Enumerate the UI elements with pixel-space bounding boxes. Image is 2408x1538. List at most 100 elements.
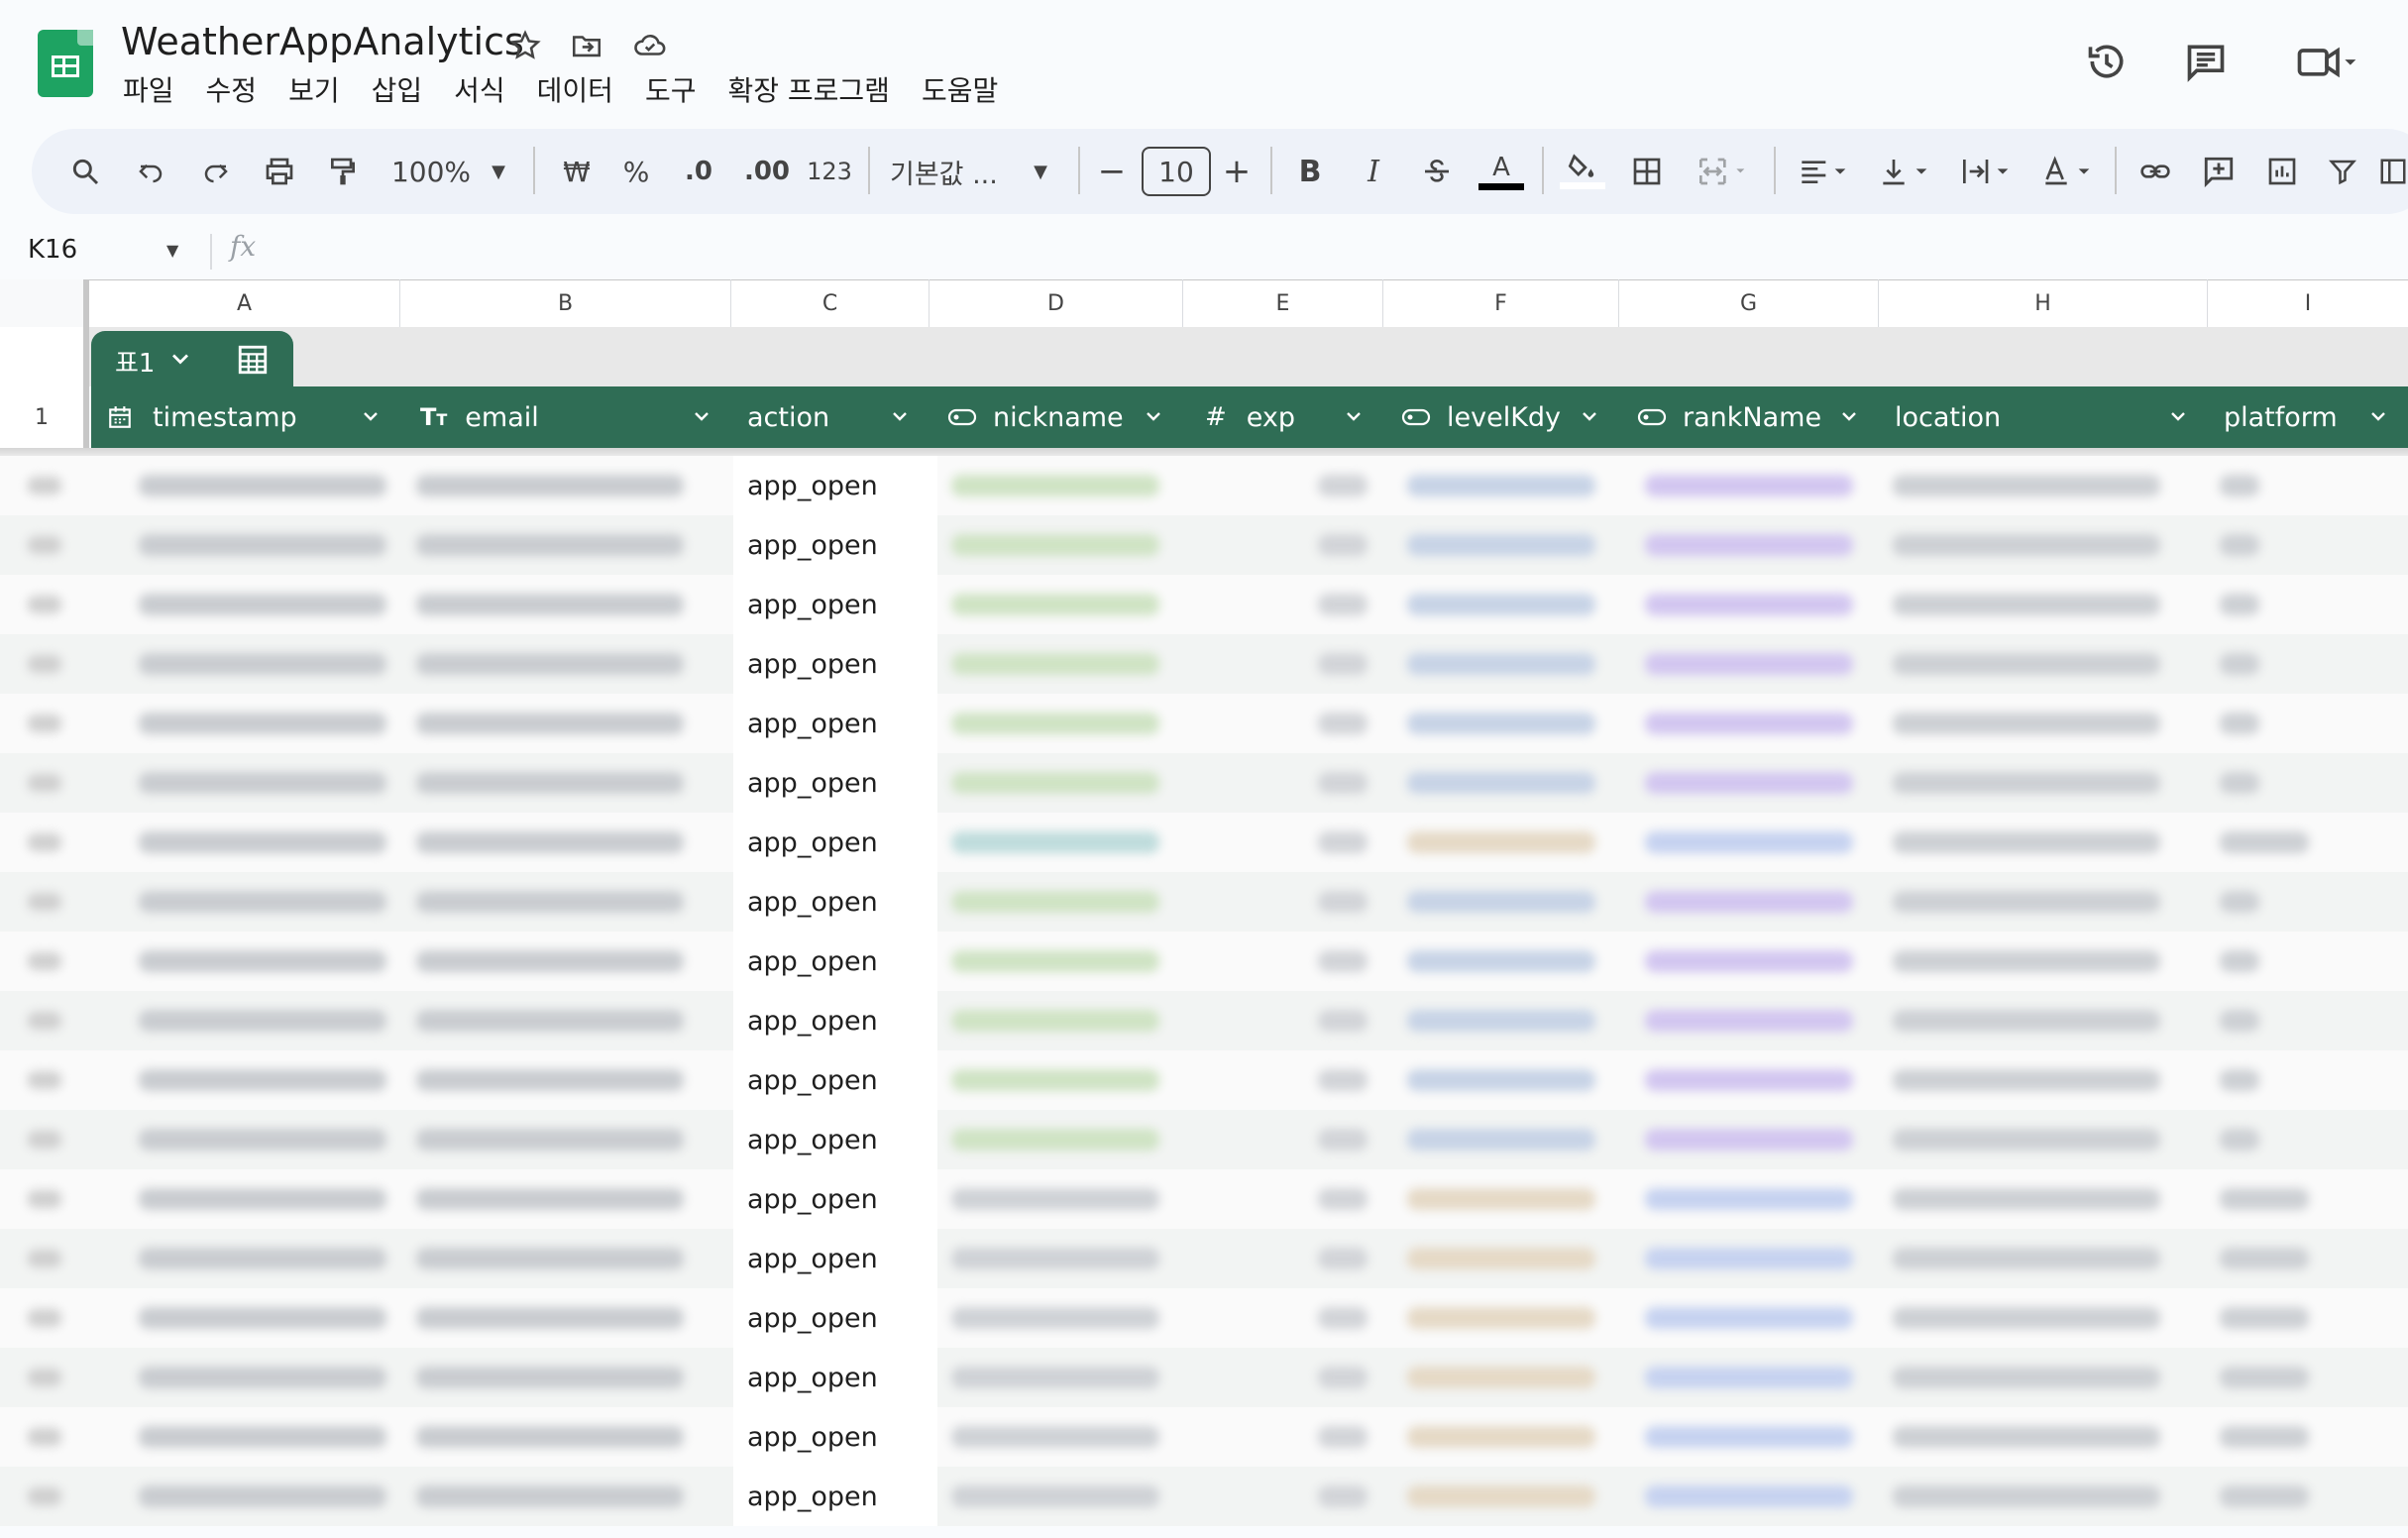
column-header-h[interactable]: H (1879, 279, 2208, 327)
blurred-cell[interactable] (1893, 475, 2160, 496)
blurred-cell[interactable] (416, 831, 684, 853)
zoom-value[interactable]: 100% (386, 144, 476, 199)
blurred-cell[interactable] (139, 534, 386, 556)
blurred-cell[interactable] (1645, 594, 1853, 615)
blurred-cell[interactable] (1318, 1129, 1368, 1151)
blurred-cell[interactable] (1645, 1307, 1853, 1329)
table-row[interactable]: app_open (0, 753, 2408, 813)
table-row[interactable]: app_open (0, 872, 2408, 932)
action-cell[interactable]: app_open (733, 1169, 937, 1229)
table-header-platform[interactable]: platform (2208, 386, 2408, 448)
action-cell[interactable]: app_open (733, 1288, 937, 1348)
blurred-cell[interactable] (1407, 1485, 1595, 1507)
blurred-cell[interactable] (951, 594, 1159, 615)
blurred-cell[interactable] (1893, 534, 2160, 556)
blurred-cell[interactable] (416, 1307, 684, 1329)
table-row[interactable]: app_open (0, 515, 2408, 575)
blurred-cell[interactable] (1318, 475, 1368, 496)
blurred-cell[interactable] (1407, 1010, 1595, 1032)
blurred-cell[interactable] (1318, 534, 1368, 556)
text-wrapping-icon[interactable] (1952, 144, 2022, 199)
blurred-cell[interactable] (1318, 1248, 1368, 1269)
blurred-cell[interactable] (1645, 534, 1853, 556)
sheets-logo-icon[interactable] (38, 30, 93, 97)
blurred-cell[interactable] (139, 772, 386, 794)
decrease-decimal-button[interactable]: .0 (674, 144, 723, 199)
blurred-cell[interactable] (1893, 713, 2160, 734)
blurred-cell[interactable] (951, 831, 1159, 853)
blurred-cell[interactable] (951, 713, 1159, 734)
blurred-cell[interactable] (1645, 1426, 1853, 1448)
row-number[interactable] (28, 833, 61, 851)
cloud-saved-icon[interactable] (630, 26, 670, 65)
table-row[interactable]: app_open (0, 1288, 2408, 1348)
table-view-toggle-icon[interactable] (236, 343, 270, 377)
blurred-cell[interactable] (951, 475, 1159, 496)
table-row[interactable]: app_open (0, 575, 2408, 634)
insert-comment-icon[interactable] (2194, 144, 2244, 199)
horizontal-align-icon[interactable] (1790, 144, 1859, 199)
blurred-cell[interactable] (416, 1188, 684, 1210)
insert-chart-icon[interactable] (2257, 144, 2307, 199)
column-menu-chevron-icon[interactable] (2366, 404, 2390, 428)
blurred-cell[interactable] (139, 1426, 386, 1448)
blurred-cell[interactable] (1645, 950, 1853, 972)
blurred-cell[interactable] (1407, 1367, 1595, 1388)
blurred-cell[interactable] (1645, 1069, 1853, 1091)
blurred-cell[interactable] (951, 1307, 1159, 1329)
action-cell[interactable]: app_open (733, 753, 937, 813)
blurred-cell[interactable] (1645, 831, 1853, 853)
blurred-cell[interactable] (416, 1069, 684, 1091)
blurred-cell[interactable] (2220, 1188, 2309, 1210)
table-row[interactable]: app_open (0, 1110, 2408, 1169)
column-header-f[interactable]: F (1383, 279, 1619, 327)
percent-format-button[interactable]: % (614, 144, 658, 199)
blurred-cell[interactable] (1893, 1010, 2160, 1032)
blurred-cell[interactable] (1893, 1426, 2160, 1448)
column-header-i[interactable]: I (2208, 279, 2408, 327)
column-menu-chevron-icon[interactable] (1578, 404, 1601, 428)
blurred-cell[interactable] (1407, 594, 1595, 615)
action-cell[interactable]: app_open (733, 1467, 937, 1526)
blurred-cell[interactable] (1318, 1367, 1368, 1388)
comments-icon[interactable] (2178, 34, 2234, 89)
paint-format-icon[interactable] (321, 144, 365, 199)
blurred-cell[interactable] (2220, 1069, 2259, 1091)
blurred-cell[interactable] (951, 1129, 1159, 1151)
table-menu-chevron-icon[interactable] (166, 345, 194, 373)
blurred-cell[interactable] (1893, 1069, 2160, 1091)
blurred-cell[interactable] (416, 891, 684, 913)
blurred-cell[interactable] (1407, 653, 1595, 675)
table-row[interactable]: app_open (0, 1229, 2408, 1288)
table-row[interactable]: app_open (0, 694, 2408, 753)
row-number[interactable] (28, 1250, 61, 1267)
blurred-cell[interactable] (416, 594, 684, 615)
blurred-cell[interactable] (139, 1129, 386, 1151)
column-menu-chevron-icon[interactable] (2166, 404, 2190, 428)
blurred-cell[interactable] (2220, 772, 2259, 794)
blurred-cell[interactable] (2220, 713, 2259, 734)
blurred-cell[interactable] (139, 1485, 386, 1507)
blurred-cell[interactable] (2220, 1010, 2259, 1032)
action-cell[interactable]: app_open (733, 694, 937, 753)
blurred-cell[interactable] (1645, 1367, 1853, 1388)
font-dropdown-chevron-icon[interactable]: ▼ (1025, 144, 1056, 199)
column-menu-chevron-icon[interactable] (888, 404, 912, 428)
bold-button[interactable]: B (1288, 144, 1332, 199)
row-number[interactable] (28, 714, 61, 732)
blurred-cell[interactable] (1407, 1248, 1595, 1269)
row-number[interactable] (28, 1428, 61, 1446)
text-rotation-icon[interactable] (2033, 144, 2103, 199)
blurred-cell[interactable] (1318, 1307, 1368, 1329)
blurred-cell[interactable] (2220, 831, 2309, 853)
column-menu-chevron-icon[interactable] (359, 404, 383, 428)
column-menu-chevron-icon[interactable] (1837, 404, 1861, 428)
blurred-cell[interactable] (951, 1188, 1159, 1210)
table-row[interactable]: app_open (0, 456, 2408, 515)
redo-icon[interactable] (194, 144, 238, 199)
blurred-cell[interactable] (951, 1367, 1159, 1388)
blurred-cell[interactable] (951, 1010, 1159, 1032)
blurred-cell[interactable] (951, 950, 1159, 972)
table-row[interactable]: app_open (0, 1050, 2408, 1110)
meet-video-icon[interactable] (2287, 34, 2366, 89)
